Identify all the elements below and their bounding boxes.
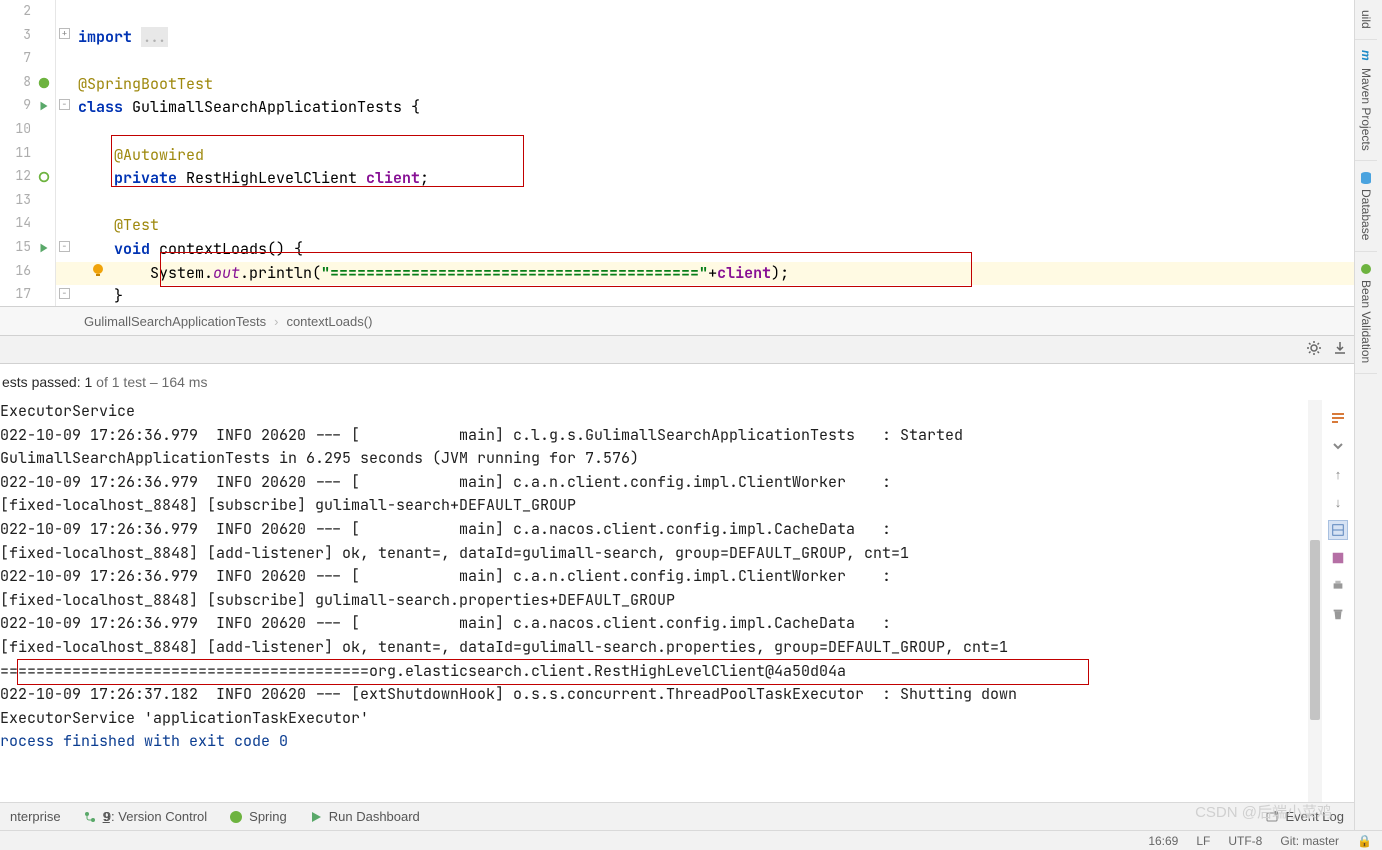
code-area[interactable]: + − − − import ... @SpringBootTest class… xyxy=(56,0,1354,306)
right-tool-column: uild mMaven Projects Database Bean Valid… xyxy=(1354,0,1382,850)
fold-collapse-icon[interactable]: − xyxy=(59,241,70,252)
up-arrow-icon[interactable]: ↑ xyxy=(1328,464,1348,484)
line-number: 3 xyxy=(0,26,55,50)
bottom-tool-bar: nterprise 99: Version Control Spring Run… xyxy=(0,802,1354,830)
right-tab-bean-validation[interactable]: Bean Validation xyxy=(1355,252,1377,374)
line-number: 16 xyxy=(0,262,55,286)
bottom-tab-spring[interactable]: Spring xyxy=(229,809,287,824)
fold-column: + − − − xyxy=(56,0,74,306)
console-side-actions: ↑ ↓ xyxy=(1326,408,1350,624)
line-number: 11 xyxy=(0,144,55,168)
console-panel[interactable]: ExecutorService022-10-09 17:26:36.979 IN… xyxy=(0,400,1322,802)
spring-icon xyxy=(37,76,51,90)
line-separator[interactable]: LF xyxy=(1196,834,1210,848)
run-test-icon[interactable] xyxy=(37,99,51,113)
breadcrumb-class[interactable]: GulimallSearchApplicationTests xyxy=(84,314,266,329)
breadcrumb-bar: GulimallSearchApplicationTests › context… xyxy=(0,306,1354,336)
line-number: 8 xyxy=(0,73,55,97)
bottom-tab-terminal[interactable]: nterprise xyxy=(10,809,61,824)
down-arrow-icon[interactable]: ↓ xyxy=(1328,492,1348,512)
breadcrumb-method[interactable]: contextLoads() xyxy=(286,314,372,329)
line-number: 12 xyxy=(0,167,55,191)
line-number: 14 xyxy=(0,214,55,238)
run-toolbar xyxy=(0,336,1354,364)
bottom-tab-vcs[interactable]: 99: Version Control xyxy=(83,809,208,824)
run-test-icon[interactable] xyxy=(37,241,51,255)
file-encoding[interactable]: UTF-8 xyxy=(1228,834,1262,848)
play-icon xyxy=(309,810,323,824)
bottom-tab-run-dashboard[interactable]: Run Dashboard xyxy=(309,809,420,824)
maven-icon: m xyxy=(1359,50,1373,64)
vcs-icon xyxy=(83,810,97,824)
fold-collapse-icon[interactable]: − xyxy=(59,288,70,299)
scroll-to-end-icon[interactable] xyxy=(1328,436,1348,456)
soft-wrap-icon[interactable] xyxy=(1328,408,1348,428)
code-editor[interactable]: 2 3 7 8 9 10 11 12 13 14 15 16 17 + − − … xyxy=(0,0,1354,306)
spring-icon xyxy=(229,810,243,824)
database-icon xyxy=(1359,171,1373,185)
right-tab-database[interactable]: Database xyxy=(1355,161,1377,251)
bean-validation-icon xyxy=(1359,262,1373,276)
trash-icon[interactable] xyxy=(1328,604,1348,624)
annotation-highlight-box xyxy=(17,659,1089,685)
scrollbar[interactable] xyxy=(1308,400,1322,802)
console-output: ExecutorService022-10-09 17:26:36.979 IN… xyxy=(0,400,1322,754)
right-tab-build[interactable]: uild xyxy=(1355,0,1377,40)
scrollbar-thumb[interactable] xyxy=(1310,540,1320,720)
test-summary: ests passed: 1 of 1 test – 164 ms xyxy=(0,374,1312,402)
gutter: 2 3 7 8 9 10 11 12 13 14 15 16 17 xyxy=(0,0,56,306)
breadcrumb-separator-icon: › xyxy=(274,314,278,329)
right-tab-maven[interactable]: mMaven Projects xyxy=(1355,40,1377,162)
line-number: 2 xyxy=(0,2,55,26)
bean-icon xyxy=(37,170,51,184)
line-number: 10 xyxy=(0,120,55,144)
git-branch[interactable]: Git: master xyxy=(1280,834,1339,848)
line-number: 9 xyxy=(0,96,55,120)
annotation-highlight-box xyxy=(160,252,972,287)
line-number: 7 xyxy=(0,49,55,73)
lock-icon[interactable]: 🔒 xyxy=(1357,834,1372,848)
fold-expand-icon[interactable]: + xyxy=(59,28,70,39)
status-bar: 16:69 LF UTF-8 Git: master 🔒 xyxy=(0,830,1382,850)
line-number: 15 xyxy=(0,238,55,262)
open-in-editor-icon[interactable] xyxy=(1328,548,1348,568)
fold-collapse-icon[interactable]: − xyxy=(59,99,70,110)
export-icon[interactable] xyxy=(1332,340,1348,356)
cursor-position[interactable]: 16:69 xyxy=(1148,834,1178,848)
bottom-tab-event-log[interactable]: Event Log xyxy=(1265,809,1344,824)
annotation-highlight-box xyxy=(111,135,524,187)
line-number: 13 xyxy=(0,191,55,215)
event-log-icon xyxy=(1265,810,1279,824)
gear-icon[interactable] xyxy=(1306,340,1322,356)
print-icon[interactable] xyxy=(1328,576,1348,596)
toggle-layout-icon[interactable] xyxy=(1328,520,1348,540)
